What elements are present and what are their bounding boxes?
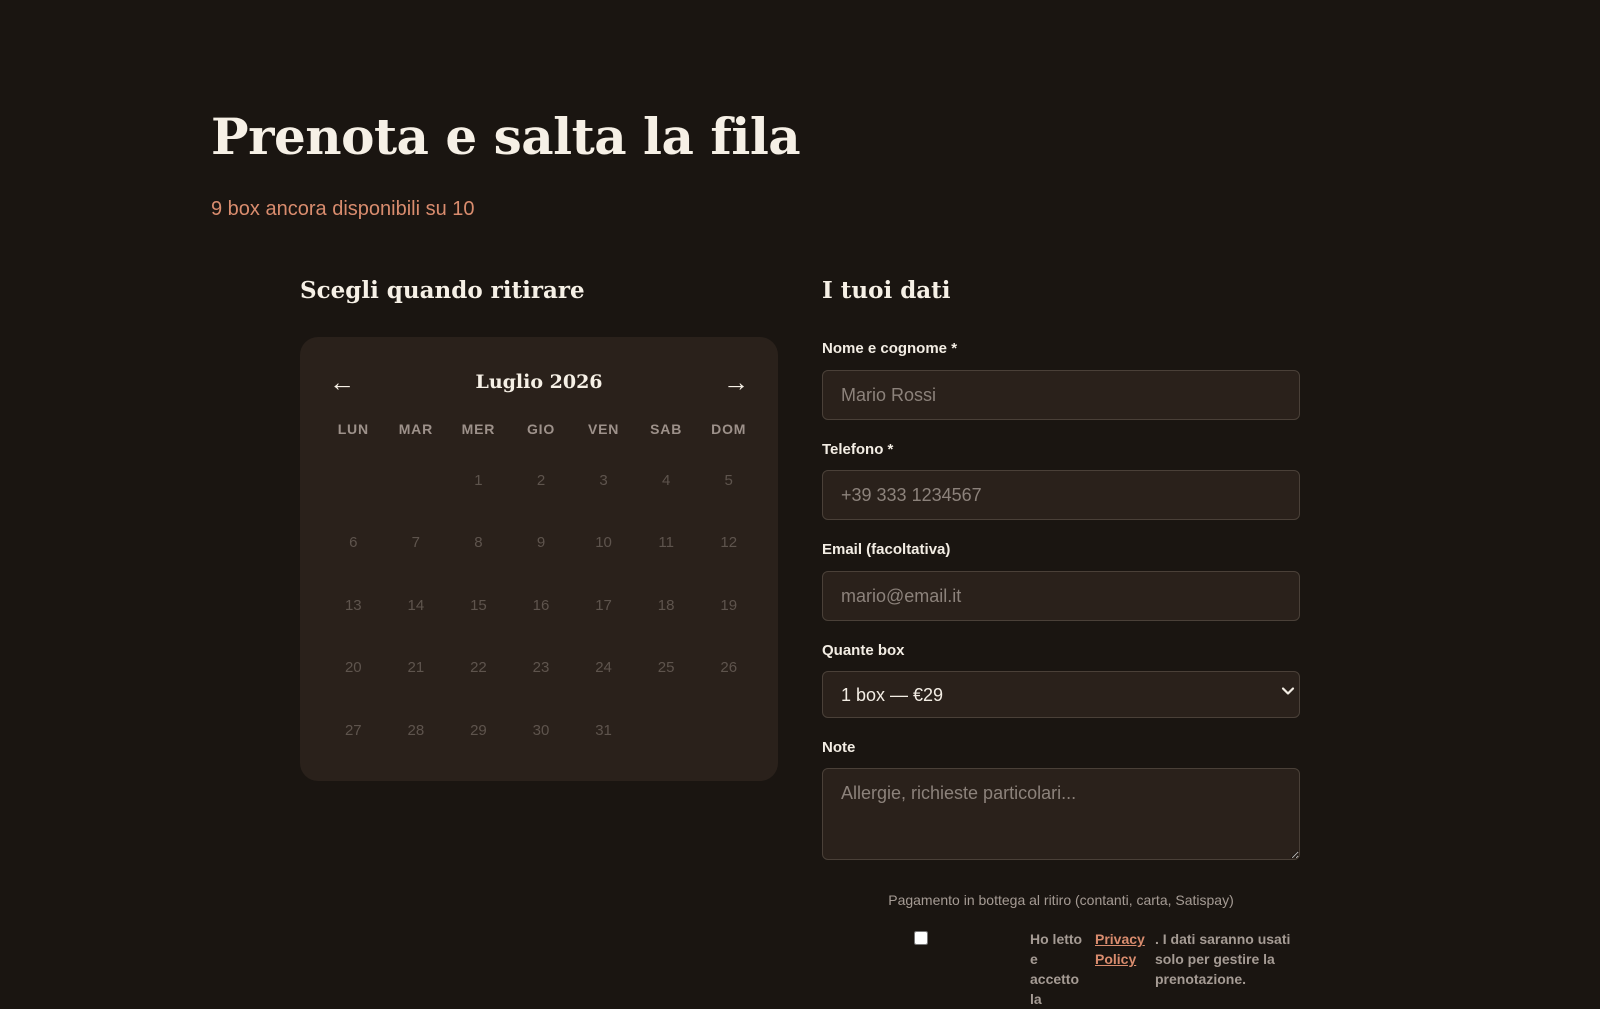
- calendar-day: 28: [407, 721, 425, 739]
- weekday-label: SAB: [650, 421, 683, 437]
- name-label: Nome e cognome *: [822, 340, 958, 357]
- calendar-day: 23: [532, 659, 550, 677]
- calendar-day: 13: [344, 596, 362, 614]
- calendar: ← Luglio 2026 → LUN MAR MER GIO VEN SAB DOM 12…: [300, 337, 778, 781]
- privacy-consent-checkbox[interactable]: [914, 931, 928, 945]
- calendar-section-title: Scegli quando ritirare: [300, 277, 585, 304]
- quantity-label: Quante box: [822, 642, 905, 659]
- calendar-day: 9: [536, 534, 546, 552]
- notes-textarea[interactable]: [822, 768, 1300, 860]
- calendar-day: 21: [407, 659, 425, 677]
- calendar-day: 15: [470, 596, 487, 614]
- page-title: Prenota e salta la fila: [211, 107, 801, 166]
- calendar-day: 18: [657, 596, 675, 614]
- calendar-day: 24: [595, 659, 612, 677]
- calendar-day: 6: [349, 534, 358, 552]
- calendar-day: 30: [532, 721, 550, 739]
- notes-label: Note: [822, 739, 856, 756]
- weekday-label: LUN: [337, 421, 369, 437]
- calendar-day: 25: [657, 659, 675, 677]
- name-input[interactable]: [822, 370, 1300, 420]
- form-section-title: I tuoi dati: [822, 277, 951, 304]
- calendar-day: 16: [532, 596, 550, 614]
- calendar-days-grid: 1 2 3 4 5 6 7 8 9 10 11 12 13 14 15 16 17 18 19 20 21 22 23 24 2…: [322, 449, 760, 762]
- consent-text: Ho letto e accetto la: [1030, 931, 1083, 1007]
- weekday-label: DOM: [711, 421, 747, 437]
- consent-text-suffix: . I dati saranno usati solo per gestire …: [1155, 931, 1291, 987]
- quantity-select[interactable]: 1 box — €29: [822, 671, 1300, 718]
- privacy-policy-link[interactable]: Privacy Policy: [1095, 929, 1155, 969]
- weekday-label: VEN: [587, 421, 620, 437]
- weekday-label: MER: [461, 421, 496, 437]
- weekday-header: LUN MAR MER GIO VEN SAB DOM: [322, 420, 760, 438]
- calendar-day: 17: [595, 596, 612, 614]
- calendar-day: 29: [470, 721, 487, 739]
- calendar-month-label: Luglio 2026: [475, 371, 603, 393]
- payment-note: Pagamento in bottega al ritiro (contanti…: [888, 892, 1234, 908]
- calendar-day: 14: [407, 596, 425, 614]
- calendar-day: 11: [658, 534, 674, 552]
- calendar-day: 27: [344, 721, 362, 739]
- phone-input[interactable]: [822, 470, 1300, 520]
- calendar-blank-cell: [322, 449, 385, 512]
- calendar-day: 4: [661, 471, 671, 489]
- calendar-day: 20: [344, 659, 362, 677]
- calendar-day: 12: [720, 534, 738, 552]
- weekday-label: GIO: [526, 421, 556, 437]
- calendar-day: 3: [599, 471, 608, 489]
- calendar-day: 1: [474, 471, 483, 489]
- calendar-day: 5: [724, 471, 733, 489]
- calendar-day: 10: [595, 534, 612, 552]
- calendar-day: 7: [411, 534, 421, 552]
- phone-label: Telefono *: [822, 441, 894, 458]
- calendar-day: 2: [536, 471, 546, 489]
- calendar-day: 26: [720, 659, 738, 677]
- calendar-day: 8: [474, 534, 483, 552]
- email-label: Email (facoltativa): [822, 541, 951, 558]
- email-input[interactable]: [822, 571, 1300, 621]
- weekday-label: MAR: [398, 421, 433, 437]
- calendar-blank-cell: [385, 449, 448, 512]
- calendar-day: 31: [595, 721, 612, 739]
- availability-text: 9 box ancora disponibili su 10: [211, 198, 475, 220]
- calendar-day: 19: [720, 596, 738, 614]
- calendar-day: 22: [470, 659, 487, 677]
- arrow-right-icon[interactable]: →: [716, 364, 756, 400]
- arrow-left-icon[interactable]: ←: [322, 364, 362, 400]
